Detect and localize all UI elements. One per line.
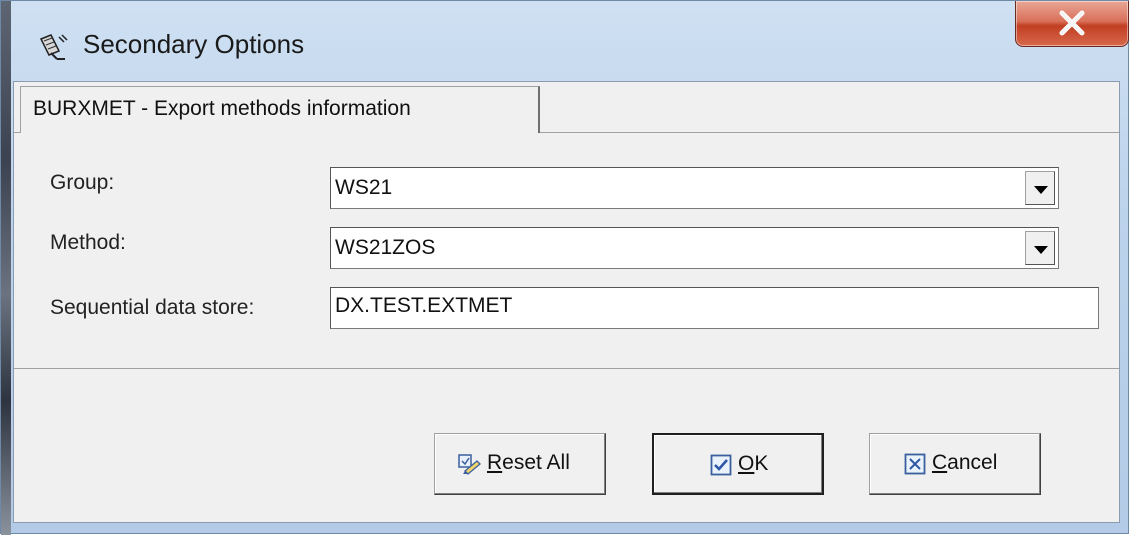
tab-strip: BURXMET - Export methods information — [14, 82, 1119, 133]
title-bar[interactable]: Secondary Options — [11, 1, 1129, 81]
secondary-options-window: Secondary Options BURXMET - Export metho… — [0, 0, 1129, 535]
button-area: Reset All OK Cancel — [14, 369, 1119, 522]
reset-all-button[interactable]: Reset All — [434, 433, 606, 495]
reset-icon — [457, 453, 481, 475]
method-dropdown[interactable]: WS21ZOS — [330, 227, 1059, 269]
group-dropdown[interactable]: WS21 — [330, 167, 1059, 209]
cancel-mnemonic: C — [932, 451, 948, 474]
dialog-client-area: BURXMET - Export methods information Gro… — [13, 81, 1120, 523]
satellite-dish-icon — [37, 33, 69, 61]
cancel-button[interactable]: Cancel — [869, 433, 1041, 495]
reset-all-mnemonic: R — [487, 451, 503, 474]
sequential-data-store-label: Sequential data store: — [50, 296, 255, 319]
sequential-data-store-input[interactable]: DX.TEST.EXTMET — [330, 287, 1099, 329]
checkbox-x-icon — [904, 453, 926, 475]
ok-button[interactable]: OK — [652, 433, 824, 495]
checkbox-checked-icon — [710, 454, 732, 476]
background-edge — [1, 1, 11, 535]
group-value: WS21 — [335, 176, 393, 199]
chevron-down-icon[interactable] — [1025, 171, 1055, 205]
group-label: Group: — [50, 171, 115, 194]
tab-burxmet-export-methods[interactable]: BURXMET - Export methods information — [20, 86, 540, 133]
ok-mnemonic: O — [738, 452, 755, 475]
tab-panel: Group: WS21 Method: WS21ZOS Sequential d… — [14, 132, 1119, 369]
close-button[interactable] — [1015, 1, 1129, 47]
tab-label: BURXMET - Export methods information — [33, 97, 411, 120]
window-title: Secondary Options — [83, 29, 305, 59]
chevron-down-icon[interactable] — [1025, 231, 1055, 265]
method-value: WS21ZOS — [335, 236, 436, 259]
method-label: Method: — [50, 231, 126, 254]
cancel-label: ancel — [947, 451, 998, 474]
ok-label: K — [754, 452, 769, 475]
reset-all-label: eset All — [502, 451, 570, 474]
